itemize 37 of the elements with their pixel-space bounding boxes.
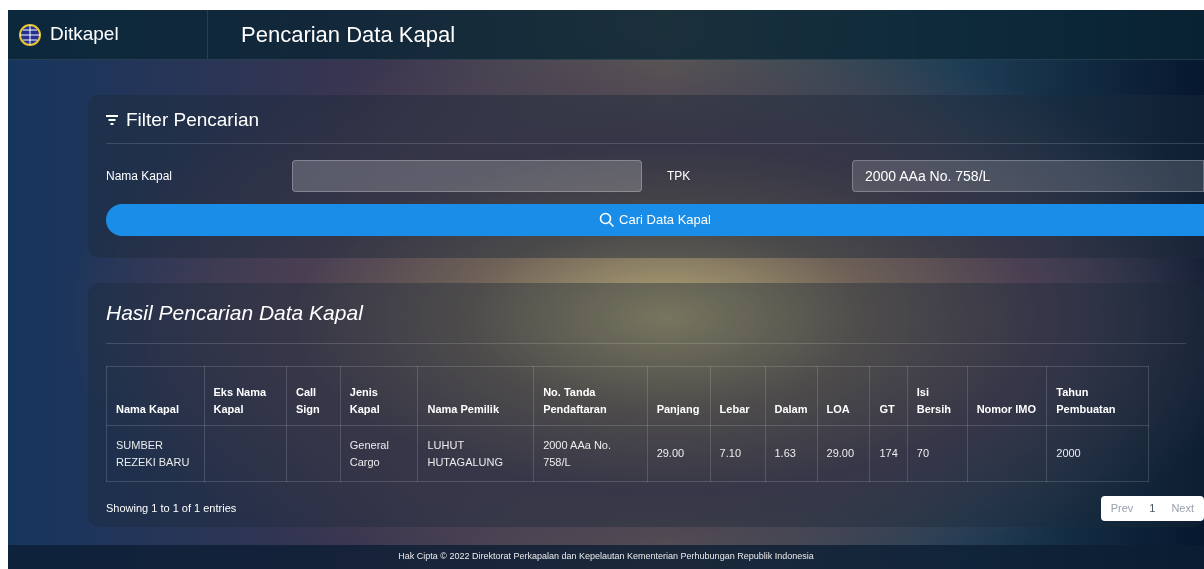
- filter-icon: [106, 115, 118, 125]
- column-header: Isi Bersih: [916, 386, 952, 415]
- field-label: Nama Kapal: [106, 168, 174, 185]
- column-header: LOA: [826, 402, 850, 415]
- page-title: Pencarian Data Kapal: [241, 21, 456, 49]
- column-header: Lebar: [719, 402, 750, 415]
- table-cell: LUHUT HUTAGALUNG: [427, 438, 504, 468]
- table-cell: 2000 AAa No. 758/L: [543, 438, 611, 468]
- copyright-text: Hak Cipta © 2022 Direktorat Perkapalan dan Kepelautan Kementerian Perhubungan Republik Indonesia: [398, 550, 814, 564]
- table-cell: 29.00: [656, 447, 685, 459]
- table-cell: 1.63: [774, 447, 796, 459]
- search-icon: [599, 212, 616, 228]
- column-header: Jenis Kapal: [349, 386, 380, 415]
- filter-title: Filter Pencarian: [126, 107, 260, 132]
- table-cell: 70: [916, 447, 930, 459]
- column-header: Call Sign: [295, 386, 320, 415]
- column-header: Eks Nama Kapal: [213, 386, 267, 415]
- page-link[interactable]: 1: [1143, 500, 1162, 517]
- table-cell: 174: [879, 447, 898, 459]
- table-cell: General Cargo: [349, 438, 389, 468]
- brand-name[interactable]: Ditkapel: [50, 20, 119, 49]
- table-cell: SUMBER REZEKI BARU: [116, 438, 190, 468]
- globe-icon: [18, 22, 42, 47]
- column-header: Nama Pemilik: [427, 402, 499, 415]
- column-header: Dalam: [774, 402, 808, 415]
- column-header: No. Tanda Pendaftaran: [543, 386, 607, 415]
- column-header: Panjang: [656, 402, 700, 415]
- column-header: Nama Kapal: [116, 402, 179, 415]
- column-header: Tahun Pembuatan: [1056, 386, 1116, 415]
- results-title: Hasil Pencarian Data Kapal: [106, 300, 365, 326]
- column-header: GT: [879, 402, 895, 415]
- table-cell: 2000: [1056, 447, 1081, 459]
- entries-info: Showing 1 to 1 of 1 entries: [106, 501, 237, 517]
- table-cell: 29.00: [826, 447, 855, 459]
- table-cell: 7.10: [719, 447, 741, 459]
- column-header: Nomor IMO: [976, 402, 1036, 415]
- field-label: TPK: [666, 168, 692, 185]
